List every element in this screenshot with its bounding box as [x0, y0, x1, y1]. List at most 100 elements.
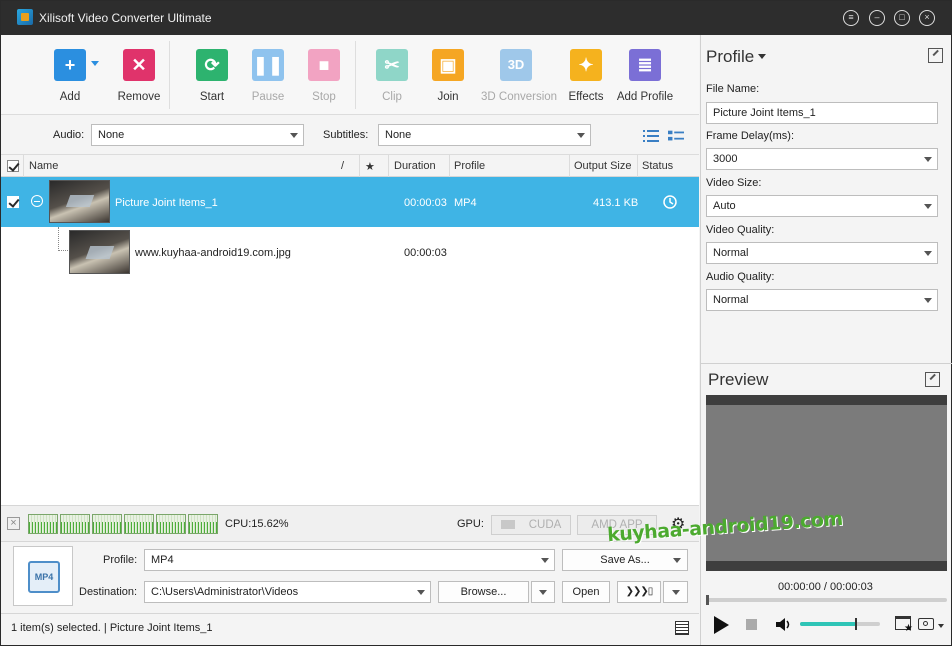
list-header: Name / ★ Duration Profile Output Size St…	[1, 155, 699, 177]
open-button[interactable]: Open	[562, 581, 610, 603]
item-duration: 00:00:03	[404, 247, 447, 259]
chevron-down-icon	[924, 204, 932, 209]
stop-icon[interactable]	[746, 619, 757, 630]
expand-icon[interactable]	[928, 48, 943, 63]
output-panel: MP4 Profile: MP4 Save As... Destination:…	[1, 541, 699, 613]
browse-dropdown-button[interactable]	[531, 581, 555, 603]
column-divider	[449, 155, 450, 177]
close-icon[interactable]: ×	[919, 10, 935, 26]
pause-icon: ❚❚	[252, 49, 284, 81]
row-profile: MP4	[454, 197, 477, 209]
cpu-graph	[92, 514, 122, 534]
remove-button[interactable]: ✕ Remove	[104, 49, 174, 103]
chevron-down-icon	[417, 590, 425, 595]
volume-fill	[800, 622, 856, 626]
3d-conversion-label: 3D Conversion	[481, 91, 558, 103]
transfer-device-icon: ❯❯❯▯	[625, 586, 654, 597]
cpu-label: CPU:15.62%	[225, 518, 289, 530]
add-profile-button[interactable]: ≣ Add Profile	[610, 49, 680, 103]
file-name-input[interactable]: Picture Joint Items_1	[706, 102, 938, 124]
list-view-icon[interactable]	[643, 129, 659, 143]
close-icon[interactable]: ×	[7, 517, 20, 530]
profile-panel-title[interactable]: Profile	[706, 47, 754, 67]
chevron-down-icon	[924, 157, 932, 162]
window-title: Xilisoft Video Converter Ultimate	[39, 11, 212, 25]
collapse-icon[interactable]	[31, 195, 43, 207]
log-icon[interactable]	[675, 621, 689, 635]
image-thumbnail	[69, 230, 130, 274]
stop-label: Stop	[312, 91, 336, 103]
profile-title-dropdown-icon[interactable]	[758, 54, 766, 59]
audio-select[interactable]: None	[91, 124, 304, 146]
browse-label: Browse...	[460, 586, 507, 598]
menu-icon[interactable]: ≡	[843, 10, 859, 26]
frame-delay-select[interactable]: 3000	[706, 148, 938, 170]
subtitles-select[interactable]: None	[378, 124, 591, 146]
column-star[interactable]: ★	[365, 160, 375, 173]
column-divider	[359, 155, 360, 177]
seek-handle[interactable]	[706, 595, 709, 605]
app-logo-icon	[17, 9, 33, 25]
join-label: Join	[437, 91, 459, 103]
file-list: Picture Joint Items_1 00:00:03 MP4 413.1…	[1, 177, 699, 505]
gpu-label: GPU:	[457, 518, 484, 530]
cpu-graph	[124, 514, 154, 534]
chevron-down-icon[interactable]	[938, 624, 944, 628]
add-icon: +	[54, 49, 86, 81]
video-quality-label: Video Quality:	[706, 224, 775, 236]
play-icon[interactable]	[712, 615, 730, 635]
column-profile[interactable]: Profile	[454, 160, 485, 172]
title-bar: Xilisoft Video Converter Ultimate ≡ – □ …	[1, 1, 951, 35]
detail-view-icon[interactable]	[668, 129, 684, 143]
add-profile-label: Add Profile	[616, 91, 674, 103]
destination-select[interactable]: C:\Users\Administrator\Videos	[144, 581, 431, 603]
column-name[interactable]: Name	[29, 160, 58, 172]
3d-conversion-button[interactable]: 3D 3D Conversion	[481, 49, 558, 103]
table-row[interactable]: Picture Joint Items_1 00:00:03 MP4 413.1…	[1, 177, 699, 227]
clip-icon: ✂	[376, 49, 408, 81]
browse-button[interactable]: Browse...	[438, 581, 529, 603]
column-duration[interactable]: Duration	[394, 160, 436, 172]
stop-button[interactable]: ■ Stop	[289, 49, 359, 103]
cuda-button[interactable]: CUDA	[491, 515, 571, 535]
minimize-icon[interactable]: –	[869, 10, 885, 26]
camera-icon[interactable]	[918, 618, 934, 630]
remove-label: Remove	[117, 91, 161, 103]
seek-bar[interactable]	[706, 595, 947, 605]
save-as-button[interactable]: Save As...	[562, 549, 688, 571]
video-size-label: Video Size:	[706, 177, 762, 189]
column-divider	[23, 155, 24, 177]
cpu-graph	[60, 514, 90, 534]
audio-quality-select[interactable]: Normal	[706, 289, 938, 311]
app-window: Xilisoft Video Converter Ultimate ≡ – □ …	[0, 0, 952, 646]
column-status[interactable]: Status	[642, 160, 673, 172]
expand-preview-icon[interactable]	[925, 372, 940, 387]
add-dropdown-icon[interactable]	[91, 61, 99, 66]
chevron-down-icon	[924, 298, 932, 303]
toolbar-divider	[355, 41, 356, 109]
row-duration: 00:00:03	[404, 197, 447, 209]
volume-slider[interactable]	[800, 618, 880, 630]
row-checkbox[interactable]	[7, 196, 19, 208]
column-edit[interactable]: /	[341, 160, 344, 172]
transfer-to-device-button[interactable]: ❯❯❯▯	[617, 581, 661, 603]
add-button[interactable]: + Add	[35, 49, 105, 103]
join-icon: ▣	[432, 49, 464, 81]
profile-select[interactable]: MP4	[144, 549, 555, 571]
maximize-icon[interactable]: □	[894, 10, 910, 26]
video-quality-select[interactable]: Normal	[706, 242, 938, 264]
cpu-bar: × CPU:15.62% GPU: CUDA AMD APP ⚙	[1, 505, 699, 541]
video-size-value: Auto	[713, 200, 736, 212]
list-item[interactable]: www.kuyhaa-android19.com.jpg 00:00:03	[1, 227, 699, 277]
join-button[interactable]: ▣ Join	[413, 49, 483, 103]
filter-bar: Audio: None Subtitles: None	[1, 115, 699, 155]
profile-panel: Profile File Name: Picture Joint Items_1…	[700, 35, 952, 645]
format-icon[interactable]: MP4	[13, 546, 73, 606]
volume-icon[interactable]	[775, 617, 793, 632]
volume-handle[interactable]	[855, 618, 857, 630]
transfer-dropdown-button[interactable]	[663, 581, 688, 603]
status-bar: 1 item(s) selected. | Picture Joint Item…	[1, 613, 699, 645]
select-all-checkbox[interactable]	[7, 160, 19, 172]
video-size-select[interactable]: Auto	[706, 195, 938, 217]
column-output-size[interactable]: Output Size	[574, 160, 631, 172]
